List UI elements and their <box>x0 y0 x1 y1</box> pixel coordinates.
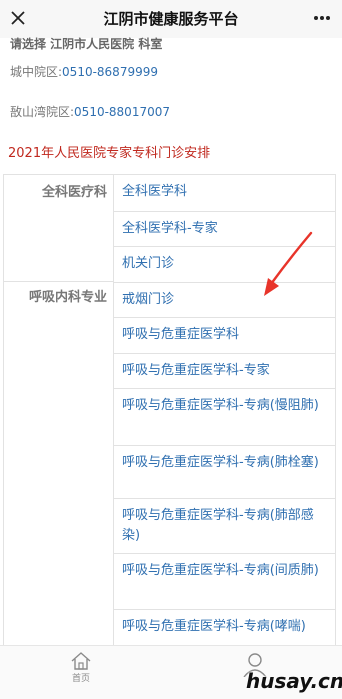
campus-label: 敔山湾院区: <box>10 105 75 119</box>
home-icon <box>71 652 91 670</box>
page: 江阴市健康服务平台 请选择 江阴市人民医院 科室 城中院区:0510-86879… <box>0 0 342 699</box>
clinic-link[interactable]: 呼吸与危重症医学科-专病(慢阻肺) <box>114 388 336 445</box>
campus-phone[interactable]: 0510-86879999 <box>62 65 158 79</box>
more-button[interactable] <box>310 6 334 30</box>
close-button[interactable] <box>6 6 30 30</box>
clinic-link[interactable]: 呼吸与危重症医学科 <box>114 317 336 353</box>
campus-phone[interactable]: 0510-88017007 <box>74 105 170 119</box>
clinic-link[interactable]: 戒烟门诊 <box>114 282 336 317</box>
department-divider <box>4 281 113 282</box>
department-name-general: 全科医疗科 <box>41 185 107 200</box>
department-table: 全科医疗科 呼吸内科专业 全科医学科 全科医学科-专家 机关门诊 戒烟门诊 呼吸… <box>3 174 336 655</box>
app-header: 江阴市健康服务平台 <box>0 0 342 38</box>
clinic-link[interactable]: 全科医学科-专家 <box>114 211 336 246</box>
clinic-link[interactable]: 呼吸与危重症医学科-专病(间质肺) <box>114 553 336 609</box>
clinic-link[interactable]: 呼吸与危重症医学科-专病(肺栓塞) <box>114 445 336 498</box>
campus-label: 城中院区: <box>10 65 63 79</box>
close-icon <box>11 11 25 25</box>
nav-home-label: 首页 <box>71 674 90 684</box>
clinic-link[interactable]: 呼吸与危重症医学科-专家 <box>114 353 336 388</box>
more-icon <box>314 16 330 20</box>
schedule-section-title: 2021年人民医院专家专科门诊安排 <box>8 146 211 161</box>
watermark: husay.cn <box>246 669 342 693</box>
clinic-link[interactable]: 机关门诊 <box>114 246 336 282</box>
clinic-link[interactable]: 呼吸与危重症医学科-专病(肺部感染) <box>114 498 336 553</box>
campus-line-chengzhong: 城中院区:0510-86879999 <box>10 64 158 80</box>
nav-home[interactable]: 首页 <box>56 651 106 691</box>
hospital-subheader: 请选择 江阴市人民医院 科室 <box>10 37 163 51</box>
page-title: 江阴市健康服务平台 <box>103 10 239 28</box>
clinic-link[interactable]: 全科医学科 <box>114 175 336 211</box>
department-name-respiratory: 呼吸内科专业 <box>28 290 107 305</box>
campus-line-yushanwan: 敔山湾院区:0510-88017007 <box>10 104 170 120</box>
